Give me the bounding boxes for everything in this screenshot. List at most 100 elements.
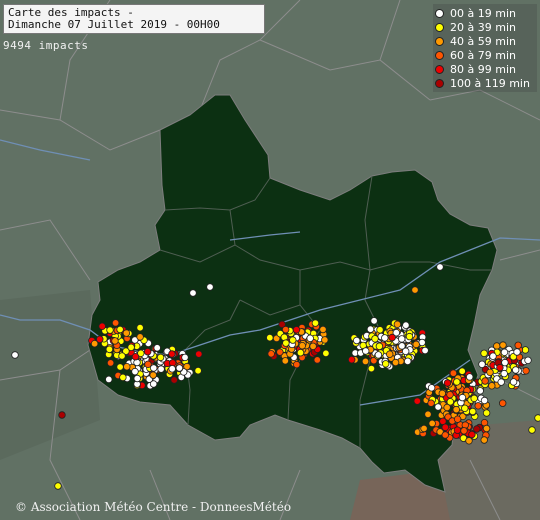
strike-dot [458, 393, 467, 402]
strike-dot [282, 325, 290, 334]
strike-dot [131, 367, 139, 376]
strike-dot [106, 326, 114, 334]
strike-dot [348, 356, 356, 364]
strike-dot [127, 343, 135, 351]
strike-dot [489, 352, 497, 360]
strike-dot [116, 325, 124, 334]
strike-dot [144, 360, 152, 368]
strike-dot [153, 344, 161, 352]
strike-dot [206, 283, 214, 291]
strike-dot [362, 347, 370, 355]
strike-dot [367, 364, 376, 373]
legend-swatch-2 [435, 36, 444, 46]
strike-dot [319, 325, 327, 334]
strike-dot [131, 353, 140, 361]
strike-dot [149, 380, 158, 388]
strike-dot [119, 373, 127, 382]
strike-dot [405, 332, 414, 341]
strike-dot [496, 363, 504, 372]
strike-dot [468, 430, 476, 439]
legend-swatch-0 [435, 8, 444, 18]
strike-dot [382, 360, 390, 368]
strike-dot [370, 317, 378, 325]
legend-item-1: 20 à 39 min [435, 20, 516, 34]
strike-dot [458, 367, 466, 375]
strike-dot [98, 322, 106, 330]
strike-dot [54, 482, 62, 490]
strike-dot [90, 340, 99, 348]
strike-dot [420, 424, 428, 433]
strike-dot [157, 365, 165, 373]
strike-dot [522, 367, 530, 375]
strike-dot [122, 329, 131, 337]
legend-label-2: 40 à 59 min [450, 34, 516, 48]
strike-dot [534, 414, 540, 422]
legend-label-0: 00 à 19 min [450, 6, 516, 20]
strike-dot [296, 349, 305, 357]
strike-dot [421, 346, 429, 355]
strike-dot [168, 365, 176, 373]
strike-dot [398, 342, 406, 350]
strike-dot [441, 431, 449, 439]
strike-dot [105, 345, 114, 353]
strike-dot [375, 342, 384, 350]
strike-dot [371, 335, 379, 343]
strike-dot [473, 425, 481, 433]
strike-dot [481, 377, 489, 385]
legend-item-0: 00 à 19 min [435, 6, 516, 20]
strike-dot [453, 378, 461, 386]
strike-dot [412, 340, 420, 349]
legend-item-3: 60 à 79 min [435, 48, 516, 62]
strike-dot [298, 342, 306, 350]
strike-dot [480, 349, 488, 357]
strike-dot [411, 286, 419, 294]
strike-dot [391, 358, 400, 367]
strike-dot [366, 325, 375, 333]
strike-dot [499, 399, 507, 407]
strike-dot [524, 356, 532, 364]
strike-dot [436, 263, 444, 271]
strike-dot [386, 350, 394, 358]
strike-dot [428, 419, 436, 428]
legend-item-2: 40 à 59 min [435, 34, 516, 48]
strike-dot [480, 396, 489, 405]
strike-dot [438, 389, 446, 398]
strike-dot [446, 398, 454, 406]
strike-dot [266, 334, 274, 342]
map-title-line-2: Dimanche 07 Juillet 2019 - 00H00 [8, 18, 220, 31]
strike-dot [313, 356, 321, 364]
strike-dot [381, 334, 389, 342]
strike-dot [282, 339, 290, 347]
strike-dot [427, 399, 435, 407]
legend-label-3: 60 à 79 min [450, 48, 516, 62]
strike-dot [133, 374, 141, 383]
strike-dot [441, 423, 449, 431]
strike-dot [311, 319, 320, 327]
strike-dot [497, 378, 505, 386]
strike-dot [482, 424, 491, 433]
legend-item-4: 80 à 99 min [435, 62, 516, 76]
strike-dot [376, 326, 384, 334]
strike-dot [194, 367, 202, 375]
strike-dot [460, 427, 468, 435]
strike-dot [321, 336, 329, 344]
strike-dot [374, 351, 383, 359]
strike-dot [289, 336, 297, 344]
strike-dot [461, 404, 469, 412]
strike-dot [111, 319, 120, 327]
strike-dot [136, 324, 144, 332]
strike-dot [413, 397, 421, 405]
strike-dot [393, 320, 402, 328]
strike-dot [276, 348, 284, 356]
strike-dot [470, 394, 478, 403]
strike-dot [292, 326, 301, 334]
strike-dot [111, 337, 119, 345]
strike-dot [267, 350, 275, 358]
strike-dot [402, 321, 410, 329]
strike-dot [306, 334, 314, 342]
strike-dot [116, 363, 124, 371]
legend-label-5: 100 à 119 min [450, 76, 530, 90]
strike-dot [424, 410, 432, 418]
strike-dot [453, 426, 462, 434]
strike-dot [105, 375, 113, 384]
